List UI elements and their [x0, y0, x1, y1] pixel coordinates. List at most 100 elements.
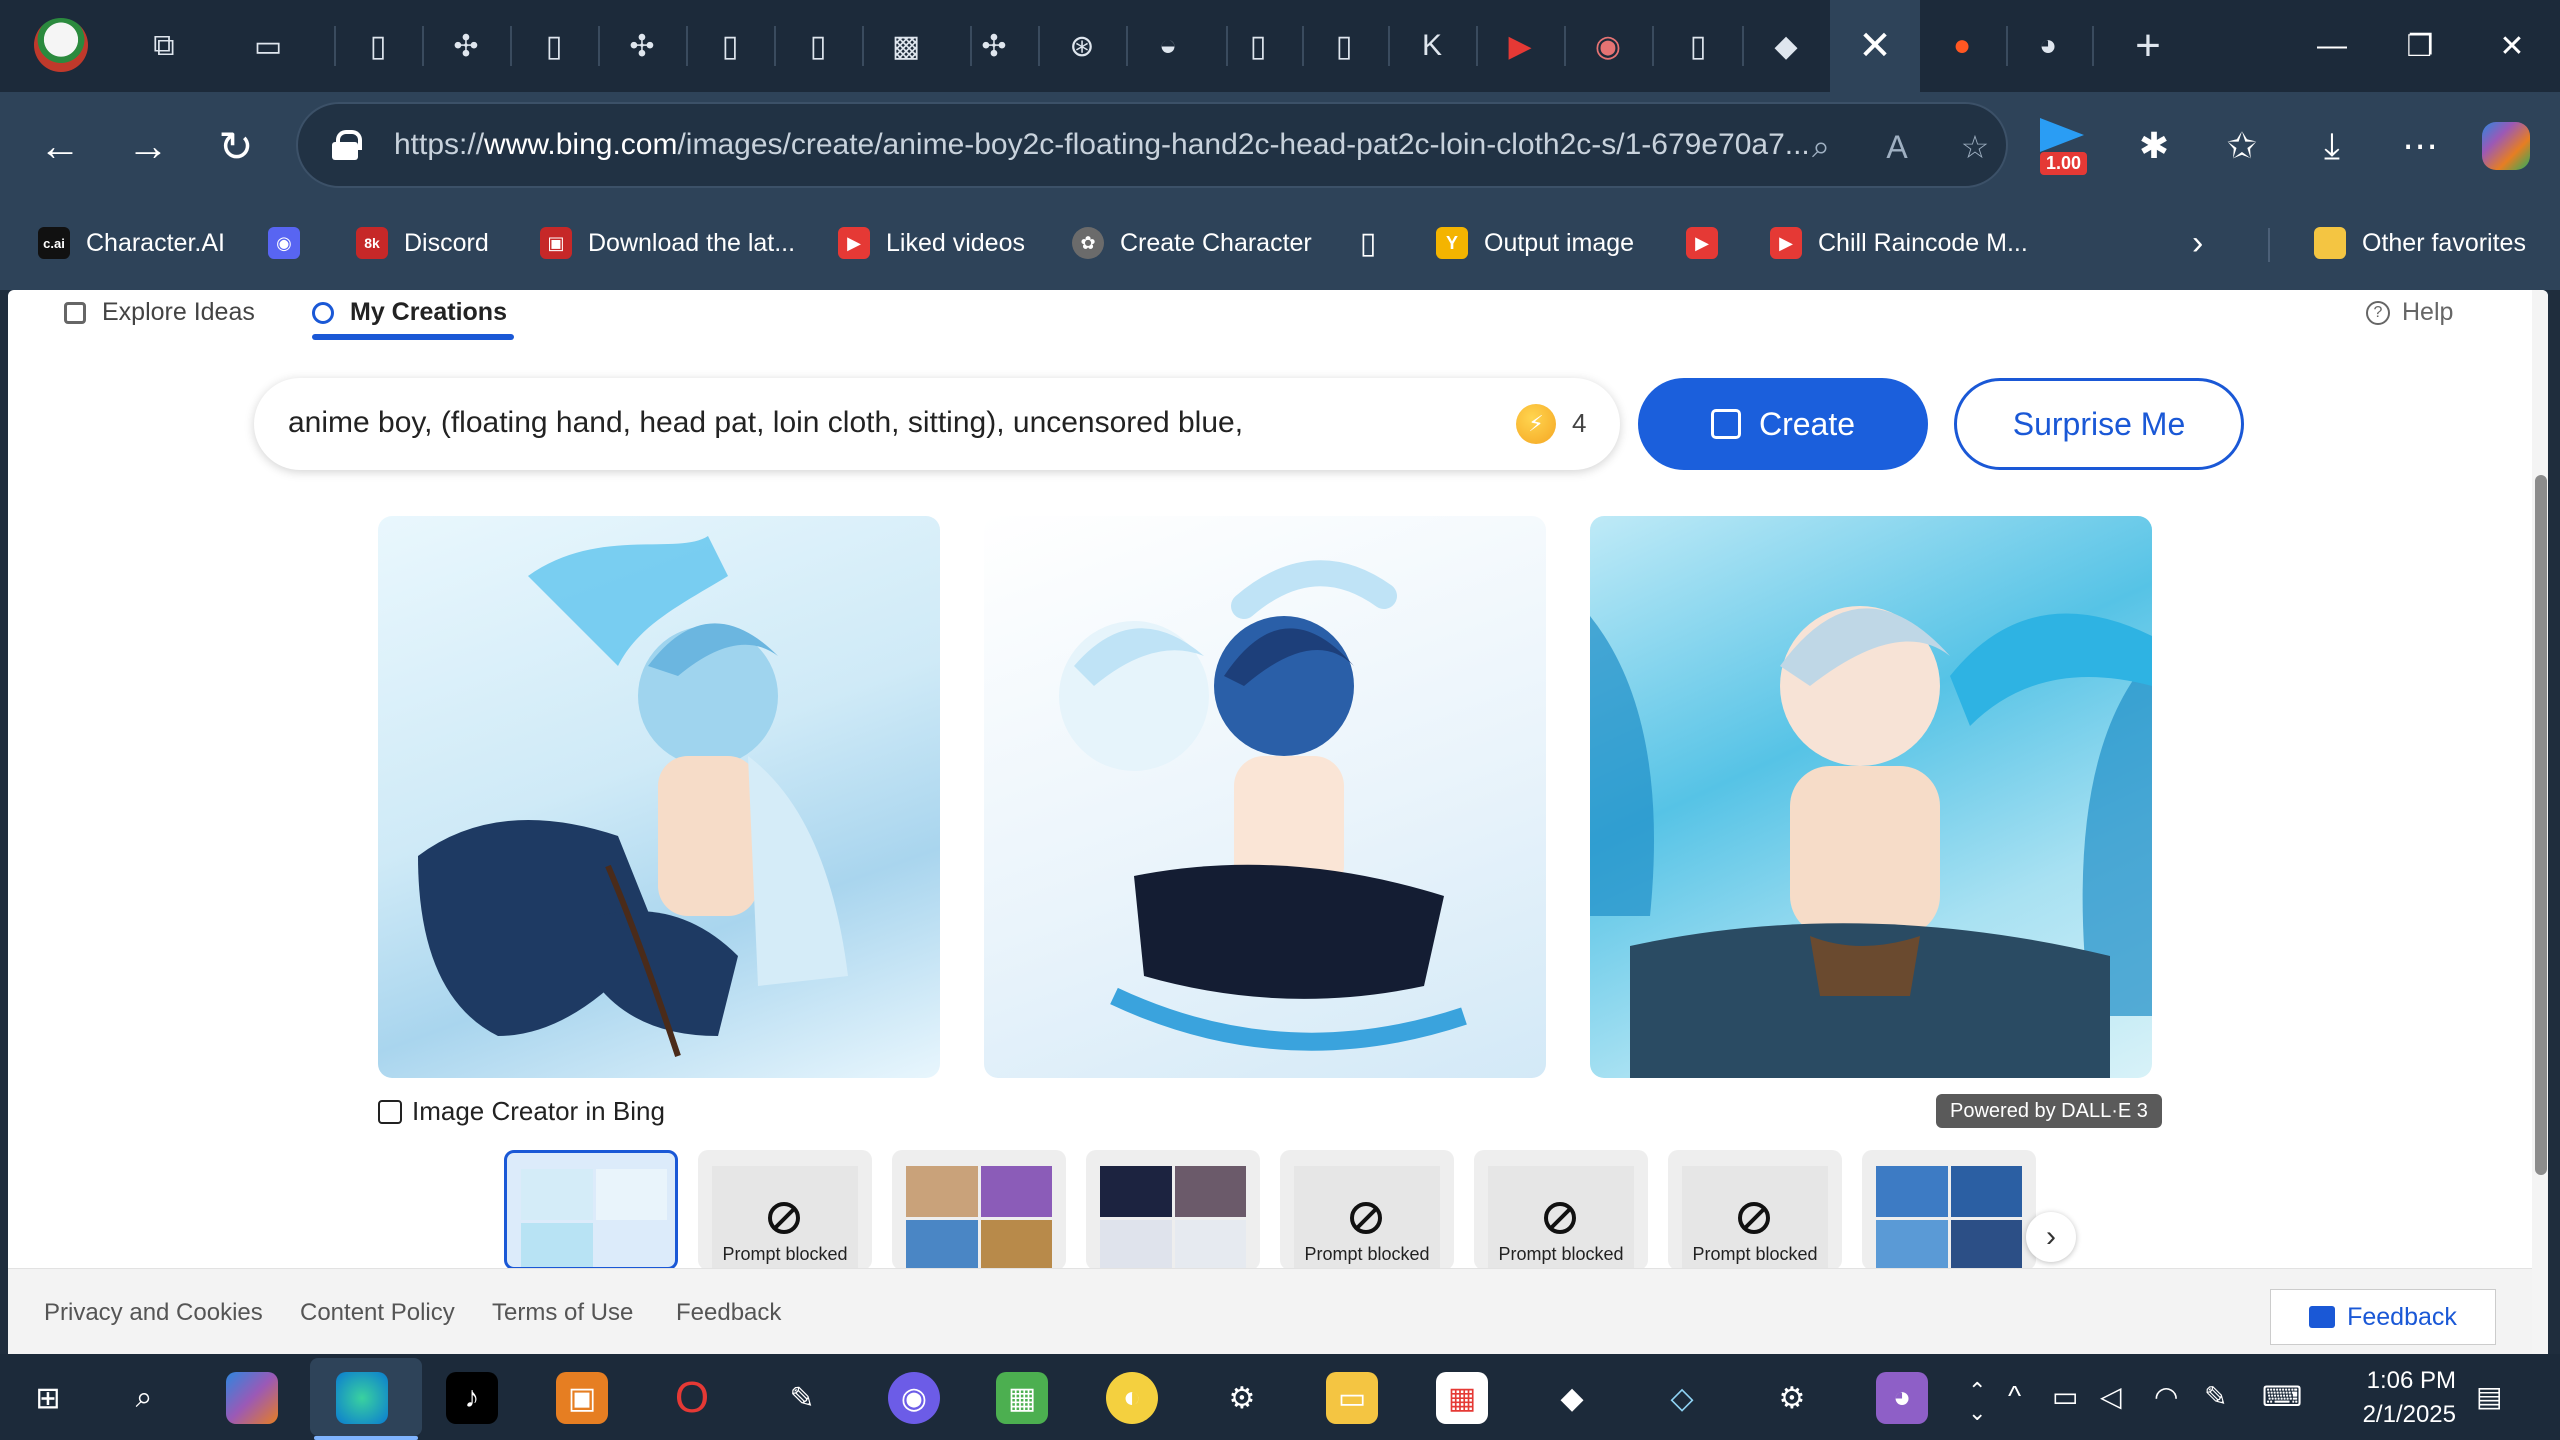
- copilot-icon[interactable]: [2482, 122, 2530, 170]
- paint-icon[interactable]: ✎: [776, 1372, 828, 1424]
- downloads-icon[interactable]: ⤓: [2302, 116, 2362, 176]
- tab-k-icon[interactable]: K: [1408, 22, 1456, 70]
- pen-icon[interactable]: ✎: [2204, 1380, 2227, 1413]
- tab-page-icon[interactable]: ▯: [530, 22, 578, 70]
- forward-icon[interactable]: →: [118, 116, 178, 176]
- history-thumbnail-blocked[interactable]: Prompt blocked: [1668, 1150, 1842, 1270]
- app-blue-icon[interactable]: ◇: [1656, 1372, 1708, 1424]
- tab-page-icon[interactable]: ▯: [706, 22, 754, 70]
- extension-badge[interactable]: 1.00: [2040, 118, 2090, 178]
- history-thumbnail-current[interactable]: [504, 1150, 678, 1270]
- tab-actions-icon[interactable]: ▭: [244, 22, 292, 70]
- other-favorites[interactable]: Other favorites: [2314, 220, 2526, 266]
- address-bar[interactable]: https://www.bing.com/images/create/anime…: [296, 102, 2008, 188]
- history-thumbnail[interactable]: [1086, 1150, 1260, 1270]
- wifi-icon[interactable]: ◠: [2154, 1380, 2178, 1413]
- profile-avatar[interactable]: [34, 18, 88, 72]
- tab-page-icon[interactable]: ▯: [354, 22, 402, 70]
- favorite-character-ai[interactable]: c.ai Character.AI: [38, 220, 225, 266]
- favorite-youtube-icon-only[interactable]: ▶: [1686, 220, 1734, 266]
- volume-icon[interactable]: ◁: [2100, 1380, 2122, 1413]
- lock-icon[interactable]: [332, 130, 362, 160]
- app-yellow-icon[interactable]: ◐: [1106, 1372, 1158, 1424]
- opera-icon[interactable]: O: [666, 1372, 718, 1424]
- favorite-discord-icon-only[interactable]: ◉: [268, 220, 316, 266]
- minecraft-icon[interactable]: ▦: [996, 1372, 1048, 1424]
- history-thumbnail-blocked[interactable]: Prompt blocked: [698, 1150, 872, 1270]
- read-aloud-icon[interactable]: A: [1874, 124, 1920, 170]
- terms-link[interactable]: Terms of Use: [492, 1299, 633, 1327]
- tab-page-icon[interactable]: ▯: [1674, 22, 1722, 70]
- tab-roblox-icon[interactable]: ◆: [1762, 22, 1810, 70]
- generated-image-1[interactable]: [378, 516, 940, 1078]
- battery-icon[interactable]: ▭: [2052, 1380, 2078, 1413]
- url-text[interactable]: https://www.bing.com/images/create/anime…: [394, 128, 1874, 162]
- taskbar-scroll-icon[interactable]: ⌃ ⌄: [1968, 1380, 1986, 1424]
- history-thumbnail-blocked[interactable]: Prompt blocked: [1474, 1150, 1648, 1270]
- tab-page-icon[interactable]: ▯: [794, 22, 842, 70]
- more-menu-icon[interactable]: ⋯: [2390, 116, 2450, 176]
- favorites-icon[interactable]: ✩: [2212, 116, 2272, 176]
- image-creator-caption[interactable]: Image Creator in Bing: [378, 1096, 665, 1127]
- restore-icon[interactable]: ❐: [2390, 22, 2450, 70]
- steam-icon[interactable]: ⚙: [1216, 1372, 1268, 1424]
- tab-deepseek-icon[interactable]: ◒: [1144, 22, 1192, 70]
- tab-reddit-icon[interactable]: ●: [1938, 22, 1986, 70]
- history-thumbnail[interactable]: [1862, 1150, 2036, 1270]
- tab-pinwheel-icon[interactable]: ✣: [618, 22, 666, 70]
- tab-pinwheel-icon[interactable]: ✣: [970, 22, 1018, 70]
- feedback-button[interactable]: Feedback: [2270, 1289, 2496, 1345]
- new-tab-icon[interactable]: +: [2124, 21, 2172, 70]
- prompt-input[interactable]: anime boy, (floating hand, head pat, loi…: [254, 378, 1620, 470]
- minimize-icon[interactable]: —: [2302, 22, 2362, 70]
- store-icon[interactable]: ▦: [1436, 1372, 1488, 1424]
- help-link[interactable]: ? Help: [2366, 298, 2453, 327]
- active-tab-close-icon[interactable]: ✕: [1830, 0, 1920, 92]
- content-policy-link[interactable]: Content Policy: [300, 1299, 455, 1327]
- create-button[interactable]: Create: [1638, 378, 1928, 470]
- surprise-me-button[interactable]: Surprise Me: [1954, 378, 2244, 470]
- scrollbar-thumb[interactable]: [2535, 475, 2547, 1175]
- tab-my-creations[interactable]: My Creations: [312, 298, 507, 327]
- tab-8k-icon[interactable]: ◉: [1584, 22, 1632, 70]
- privacy-link[interactable]: Privacy and Cookies: [44, 1299, 263, 1327]
- thumbnails-next-chevron-icon[interactable]: ›: [2026, 1212, 2076, 1262]
- history-thumbnail-blocked[interactable]: Prompt blocked: [1280, 1150, 1454, 1270]
- extensions-icon[interactable]: ✱: [2124, 116, 2184, 176]
- keyboard-icon[interactable]: ⌨: [2262, 1380, 2302, 1413]
- start-icon[interactable]: ⊞: [22, 1372, 74, 1424]
- feedback-link[interactable]: Feedback: [676, 1299, 781, 1327]
- clock[interactable]: 1:06 PM 2/1/2025: [2326, 1364, 2456, 1432]
- favorite-download[interactable]: ▣ Download the lat...: [540, 220, 795, 266]
- notifications-icon[interactable]: ▤: [2476, 1380, 2502, 1413]
- tab-character-icon[interactable]: ◕: [2024, 22, 2072, 70]
- favorite-star-icon[interactable]: ☆: [1952, 124, 1998, 170]
- prompt-text[interactable]: anime boy, (floating hand, head pat, loi…: [288, 406, 1243, 440]
- tab-explore-ideas[interactable]: Explore Ideas: [64, 298, 255, 327]
- favorite-discord[interactable]: 8k Discord: [356, 220, 489, 266]
- tab-page-icon[interactable]: ▯: [1320, 22, 1368, 70]
- tiktok-icon[interactable]: ♪: [446, 1372, 498, 1424]
- zoom-icon[interactable]: ⌕: [1798, 124, 1844, 170]
- edge-icon[interactable]: [336, 1372, 388, 1424]
- favorite-create-character[interactable]: ✿ Create Character: [1072, 220, 1312, 266]
- app-orange-icon[interactable]: ▣: [556, 1372, 608, 1424]
- tab-image-icon[interactable]: ▩: [882, 22, 930, 70]
- generated-image-2[interactable]: [984, 516, 1546, 1078]
- file-explorer-icon[interactable]: ▭: [1326, 1372, 1378, 1424]
- back-icon[interactable]: ←: [30, 116, 90, 176]
- tab-youtube-icon[interactable]: ▶: [1496, 22, 1544, 70]
- generated-image-3[interactable]: [1590, 516, 2152, 1078]
- favorite-liked-videos[interactable]: ▶ Liked videos: [838, 220, 1025, 266]
- favorite-page[interactable]: ▯: [1352, 220, 1400, 266]
- favorite-output-image[interactable]: Y Output image: [1436, 220, 1634, 266]
- tab-pinwheel-icon[interactable]: ✣: [442, 22, 490, 70]
- discord-taskbar-icon[interactable]: ◉: [888, 1372, 940, 1424]
- close-window-icon[interactable]: ✕: [2482, 22, 2542, 70]
- roblox-icon[interactable]: ◆: [1546, 1372, 1598, 1424]
- copilot-taskbar-icon[interactable]: [226, 1372, 278, 1424]
- refresh-icon[interactable]: ↻: [206, 116, 266, 176]
- settings-icon[interactable]: ⚙: [1766, 1372, 1818, 1424]
- tab-openai-icon[interactable]: ⊛: [1058, 22, 1106, 70]
- workspaces-icon[interactable]: ⧉: [140, 22, 188, 70]
